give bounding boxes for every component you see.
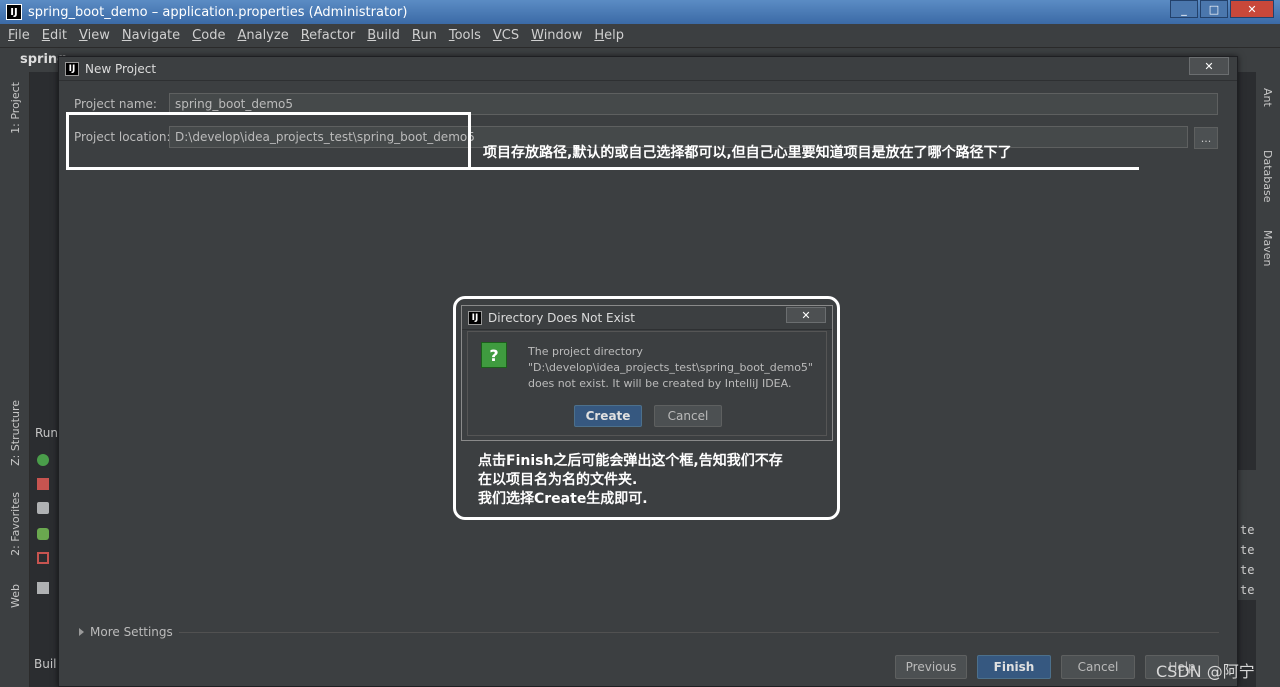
expand-triangle-icon bbox=[79, 628, 84, 636]
subdialog-cancel-button[interactable]: Cancel bbox=[654, 405, 722, 427]
annotation-line: 点击Finish之后可能会弹出这个框,告知我们不存 bbox=[478, 453, 783, 469]
left-tool-strip: 1: Project Z: Structure 2: Favorites Web bbox=[0, 72, 30, 687]
location-annotation-underline bbox=[471, 167, 1139, 170]
intellij-icon: IJ bbox=[6, 4, 22, 20]
location-annotation-text: 项目存放路径,默认的或自己选择都可以,但自己心里要知道项目是放在了哪个路径下了 bbox=[483, 145, 1012, 161]
create-button[interactable]: Create bbox=[574, 405, 642, 427]
tab-structure[interactable]: Z: Structure bbox=[9, 400, 22, 466]
minimize-button[interactable]: _ bbox=[1170, 0, 1198, 18]
menu-window[interactable]: Window bbox=[531, 28, 582, 43]
camera-icon[interactable] bbox=[37, 502, 49, 514]
subdialog-title-bar: IJ Directory Does Not Exist bbox=[462, 306, 832, 330]
console-line: te bbox=[1240, 543, 1255, 557]
window-controls: _ □ ✕ bbox=[1170, 0, 1274, 18]
console-line: te bbox=[1240, 583, 1255, 597]
finish-button[interactable]: Finish bbox=[977, 655, 1051, 679]
console-line: te bbox=[1240, 563, 1255, 577]
message-line: The project directory bbox=[528, 345, 643, 358]
more-settings-toggle[interactable]: More Settings bbox=[79, 625, 173, 639]
tab-web[interactable]: Web bbox=[9, 584, 22, 608]
menu-file[interactable]: File bbox=[8, 28, 30, 43]
menu-code[interactable]: Code bbox=[192, 28, 225, 43]
project-name-label: Project name: bbox=[74, 97, 157, 111]
menu-help[interactable]: Help bbox=[594, 28, 624, 43]
run-panel-label: Run bbox=[35, 426, 59, 440]
cancel-button[interactable]: Cancel bbox=[1061, 655, 1135, 679]
tab-database[interactable]: Database bbox=[1261, 150, 1274, 203]
subdialog-message: The project directory "D:\develop\idea_p… bbox=[528, 344, 813, 392]
tab-maven[interactable]: Maven bbox=[1261, 230, 1274, 266]
menu-tools[interactable]: Tools bbox=[449, 28, 481, 43]
question-icon: ? bbox=[481, 342, 507, 368]
build-panel-label: Buil bbox=[34, 657, 57, 671]
layout-icon[interactable] bbox=[37, 582, 49, 594]
annotation-line: 在以项目名为名的文件夹. bbox=[478, 472, 638, 488]
intellij-icon: IJ bbox=[468, 310, 482, 325]
menu-edit[interactable]: Edit bbox=[42, 28, 67, 43]
intellij-icon: IJ bbox=[65, 61, 79, 76]
message-line: "D:\develop\idea_projects_test\spring_bo… bbox=[528, 361, 813, 374]
location-annotation-box bbox=[66, 112, 471, 170]
menu-build[interactable]: Build bbox=[367, 28, 400, 43]
annotation-line: 我们选择Create生成即可. bbox=[478, 491, 648, 507]
divider bbox=[179, 632, 1219, 633]
stop-icon[interactable] bbox=[37, 478, 49, 490]
dialog-annotation-text: 点击Finish之后可能会弹出这个框,告知我们不存 在以项目名为名的文件夹. 我… bbox=[478, 452, 838, 509]
subdialog-body: ? The project directory "D:\develop\idea… bbox=[467, 331, 827, 436]
right-tool-strip: Ant Database Maven bbox=[1256, 72, 1280, 687]
csdn-watermark: CSDN @阿宁 bbox=[1156, 662, 1255, 681]
dialog-title: New Project bbox=[85, 61, 157, 76]
more-settings-label: More Settings bbox=[90, 625, 173, 639]
subdialog-title: Directory Does Not Exist bbox=[488, 310, 635, 325]
directory-not-exist-dialog: IJ Directory Does Not Exist ✕ ? The proj… bbox=[461, 305, 833, 441]
close-window-button[interactable]: ✕ bbox=[1230, 0, 1274, 18]
message-line: does not exist. It will be created by In… bbox=[528, 377, 792, 390]
exit-icon[interactable] bbox=[37, 552, 49, 564]
menu-bar: File Edit View Navigate Code Analyze Ref… bbox=[0, 24, 1280, 48]
menu-refactor[interactable]: Refactor bbox=[301, 28, 356, 43]
maximize-button[interactable]: □ bbox=[1200, 0, 1228, 18]
window-title: spring_boot_demo – application.propertie… bbox=[28, 4, 408, 20]
browse-button[interactable]: ... bbox=[1194, 127, 1218, 149]
tab-favorites[interactable]: 2: Favorites bbox=[9, 492, 22, 556]
subdialog-close-button[interactable]: ✕ bbox=[786, 307, 826, 323]
dialog-title-bar: IJ New Project bbox=[59, 57, 1237, 81]
dialog-close-button[interactable]: ✕ bbox=[1189, 57, 1229, 75]
console-line: te bbox=[1240, 523, 1255, 537]
rerun-icon[interactable] bbox=[37, 454, 49, 466]
menu-view[interactable]: View bbox=[79, 28, 110, 43]
tab-ant[interactable]: Ant bbox=[1261, 88, 1274, 107]
menu-vcs[interactable]: VCS bbox=[493, 28, 519, 43]
menu-run[interactable]: Run bbox=[412, 28, 437, 43]
debug-icon[interactable] bbox=[37, 528, 49, 540]
window-title-bar: IJ spring_boot_demo – application.proper… bbox=[0, 0, 1280, 24]
menu-analyze[interactable]: Analyze bbox=[237, 28, 288, 43]
previous-button[interactable]: Previous bbox=[895, 655, 967, 679]
menu-navigate[interactable]: Navigate bbox=[122, 28, 180, 43]
tab-project[interactable]: 1: Project bbox=[9, 82, 22, 134]
